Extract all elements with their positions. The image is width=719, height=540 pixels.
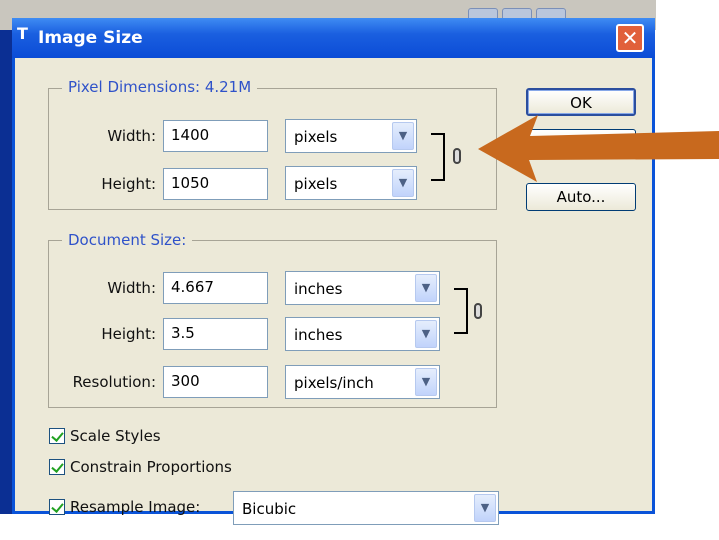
arrow-shape — [478, 115, 719, 182]
annotation-arrow-icon — [478, 115, 719, 182]
